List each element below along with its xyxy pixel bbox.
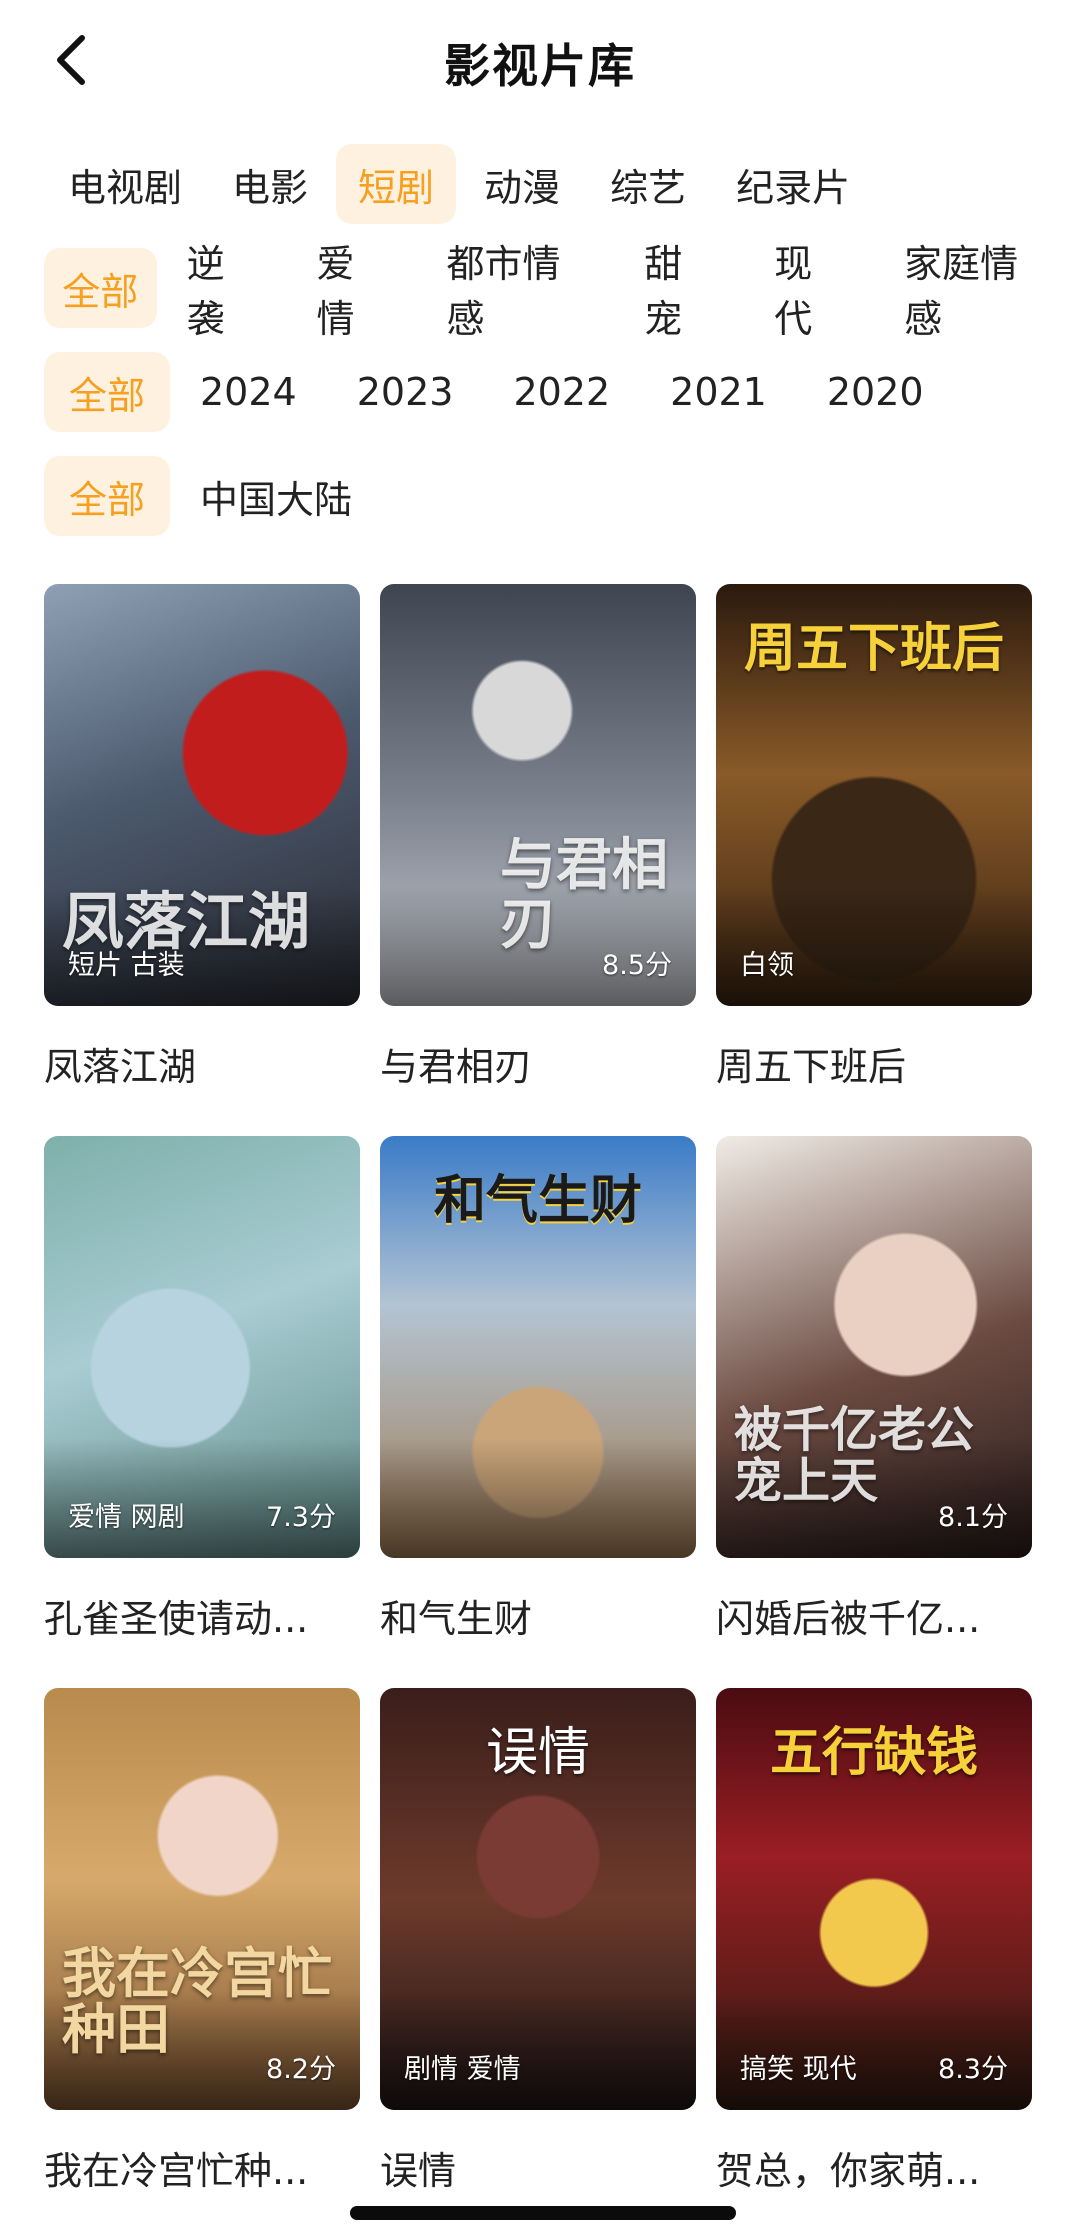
year-filter-option[interactable]: 2020	[805, 352, 946, 432]
poster-shade	[380, 1438, 696, 1558]
year-filter-row: 全部 2024 2023 2022 2021 2020	[44, 352, 962, 432]
card-title[interactable]: 我在冷宫忙种...	[44, 2140, 360, 2195]
genre-filter-option[interactable]: 现代	[752, 242, 864, 341]
page-title: 影视片库	[444, 39, 636, 93]
poster-title-art: 与君相刃	[500, 832, 668, 958]
genre-filter-option[interactable]: 家庭情感	[882, 242, 1062, 341]
card-score: 8.3分	[938, 2054, 1008, 2085]
year-filter-option[interactable]: 2023	[335, 352, 476, 432]
year-filter-option[interactable]: 2021	[648, 352, 789, 432]
poster-title-art: 和气生财	[433, 1170, 642, 1231]
tab-movie[interactable]: 电影	[210, 144, 330, 224]
card-score: 8.5分	[602, 950, 672, 981]
category-tabs: 电视剧 电影 短剧 动漫 综艺 纪录片	[68, 144, 878, 224]
card-tags: 爱情 网剧	[68, 1502, 185, 1533]
video-card[interactable]: 被千亿老公宠上天 8.1分 闪婚后被千亿...	[716, 1136, 1032, 1643]
year-filter-option[interactable]: 2022	[491, 352, 632, 432]
genre-filter-option[interactable]: 甜宠	[622, 242, 734, 341]
tab-documentary[interactable]: 纪录片	[714, 144, 872, 224]
poster-image[interactable]: 爱情 网剧 7.3分	[44, 1136, 360, 1558]
poster-image[interactable]: 周五下班后 白领	[716, 584, 1032, 1006]
poster-title-art: 五行缺钱	[769, 1722, 978, 1783]
genre-filter-all[interactable]: 全部	[44, 248, 157, 328]
header: 影视片库	[0, 0, 1080, 120]
year-filter-all[interactable]: 全部	[44, 352, 170, 432]
poster-title-art: 我在冷宫忙种田	[62, 1940, 332, 2062]
video-card[interactable]: 和气生财 和气生财	[380, 1136, 696, 1643]
poster-image[interactable]: 凤落江湖 短片 古装	[44, 584, 360, 1006]
video-card[interactable]: 周五下班后 白领 周五下班后	[716, 584, 1032, 1091]
card-title[interactable]: 凤落江湖	[44, 1036, 360, 1091]
region-filter-all[interactable]: 全部	[44, 456, 170, 536]
video-card[interactable]: 爱情 网剧 7.3分 孔雀圣使请动...	[44, 1136, 360, 1643]
genre-filter-option[interactable]: 逆袭	[165, 242, 277, 341]
card-title[interactable]: 贺总，你家萌...	[716, 2140, 1032, 2195]
card-tags: 白领	[740, 950, 794, 981]
home-indicator[interactable]	[350, 2206, 736, 2220]
video-library-page: 影视片库 电视剧 电影 短剧 动漫 综艺 纪录片 全部 逆袭 爱情 都市情感 甜…	[0, 0, 1080, 2232]
genre-filter-option[interactable]: 爱情	[295, 242, 407, 341]
poster-title-art: 周五下班后	[743, 618, 1004, 679]
tab-short-drama[interactable]: 短剧	[336, 144, 457, 224]
poster-image[interactable]: 五行缺钱 搞笑 现代 8.3分	[716, 1688, 1032, 2110]
tab-variety[interactable]: 综艺	[588, 144, 708, 224]
poster-image[interactable]: 误情 剧情 爱情	[380, 1688, 696, 2110]
poster-title-art: 误情	[485, 1723, 590, 1783]
card-title[interactable]: 周五下班后	[716, 1036, 1032, 1091]
tab-anime[interactable]: 动漫	[462, 144, 582, 224]
tab-tv-series[interactable]: 电视剧	[68, 144, 204, 224]
card-tags: 短片 古装	[68, 950, 185, 981]
video-card[interactable]: 与君相刃 8.5分 与君相刃	[380, 584, 696, 1091]
poster-image[interactable]: 我在冷宫忙种田 8.2分	[44, 1688, 360, 2110]
card-tags: 搞笑 现代	[740, 2054, 857, 2085]
card-tags: 剧情 爱情	[404, 2054, 521, 2085]
card-title[interactable]: 闪婚后被千亿...	[716, 1588, 1032, 1643]
card-score: 8.1分	[938, 1502, 1008, 1533]
poster-image[interactable]: 被千亿老公宠上天 8.1分	[716, 1136, 1032, 1558]
year-filter-option[interactable]: 2024	[178, 352, 319, 432]
genre-filter-row: 全部 逆袭 爱情 都市情感 甜宠 现代 家庭情感	[44, 242, 1080, 341]
card-score: 7.3分	[266, 1502, 336, 1533]
region-filter-row: 全部 中国大陆	[44, 456, 374, 536]
video-card[interactable]: 五行缺钱 搞笑 现代 8.3分 贺总，你家萌...	[716, 1688, 1032, 2195]
video-card[interactable]: 我在冷宫忙种田 8.2分 我在冷宫忙种...	[44, 1688, 360, 2195]
card-title[interactable]: 和气生财	[380, 1588, 696, 1643]
poster-image[interactable]: 与君相刃 8.5分	[380, 584, 696, 1006]
poster-title-art: 被千亿老公宠上天	[734, 1402, 975, 1509]
card-title[interactable]: 孔雀圣使请动...	[44, 1588, 360, 1643]
genre-filter-option[interactable]: 都市情感	[424, 242, 604, 341]
card-title[interactable]: 误情	[380, 2140, 696, 2195]
video-card[interactable]: 误情 剧情 爱情 误情	[380, 1688, 696, 2195]
card-score: 8.2分	[266, 2054, 336, 2085]
video-card[interactable]: 凤落江湖 短片 古装 凤落江湖	[44, 584, 360, 1091]
poster-image[interactable]: 和气生财	[380, 1136, 696, 1558]
card-title[interactable]: 与君相刃	[380, 1036, 696, 1091]
region-filter-option[interactable]: 中国大陆	[178, 456, 374, 536]
